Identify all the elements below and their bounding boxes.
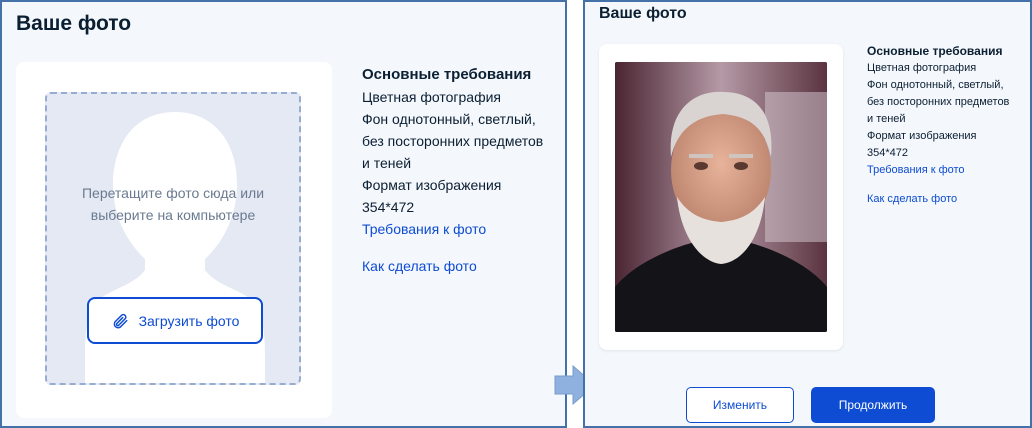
photo-dropzone[interactable]: Перетащите фото сюда или выберите на ком…	[45, 92, 301, 385]
requirement-line: без посторонних предметов	[362, 133, 544, 149]
requirement-line: Цветная фотография	[867, 62, 977, 74]
page-title: Ваше фото	[16, 12, 132, 35]
upload-panel-filled: Ваше фото Основные требования Цветная фо…	[583, 0, 1032, 428]
photo-requirements-link[interactable]: Требования к фото	[362, 218, 562, 240]
upload-photo-label: Загрузить фото	[138, 312, 240, 329]
change-photo-button[interactable]: Изменить	[686, 387, 794, 423]
requirement-line: и теней	[362, 155, 412, 171]
paperclip-icon	[113, 313, 128, 328]
photo-requirements-link[interactable]: Требования к фото	[867, 162, 1027, 179]
requirement-line: без посторонних предметов	[867, 96, 1010, 108]
upload-photo-button[interactable]: Загрузить фото	[87, 297, 263, 344]
requirements-block: Основные требования Цветная фотография Ф…	[362, 64, 562, 277]
how-to-take-photo-link[interactable]: Как сделать фото	[362, 255, 562, 277]
requirement-line: Формат изображения	[362, 177, 502, 193]
upload-panel-empty: Ваше фото Перетащите фото сюда или выбер…	[0, 0, 567, 428]
uploaded-photo	[615, 62, 827, 332]
photo-upload-card: Перетащите фото сюда или выберите на ком…	[16, 62, 332, 418]
continue-button[interactable]: Продолжить	[811, 387, 935, 423]
requirement-line: 354*472	[362, 199, 415, 215]
dropzone-hint-line2: выберите на компьютере	[90, 207, 256, 223]
requirements-block: Основные требования Цветная фотография Ф…	[867, 43, 1027, 208]
requirement-line: Фон однотонный, светлый,	[867, 79, 1004, 91]
portrait-image	[615, 62, 827, 332]
requirement-line: Формат изображения	[867, 130, 977, 142]
how-to-take-photo-link[interactable]: Как сделать фото	[867, 191, 1027, 208]
dropzone-hint: Перетащите фото сюда или выберите на ком…	[47, 182, 299, 226]
photo-preview-card	[599, 44, 843, 350]
requirements-title: Основные требования	[362, 66, 532, 83]
requirement-line: Фон однотонный, светлый,	[362, 111, 536, 127]
requirements-title: Основные требования	[867, 44, 1003, 58]
requirement-line: Цветная фотография	[362, 89, 501, 105]
requirement-line: и теней	[867, 113, 906, 125]
page-title: Ваше фото	[599, 5, 687, 22]
dropzone-hint-line1: Перетащите фото сюда или	[81, 185, 265, 201]
requirement-line: 354*472	[867, 147, 908, 159]
